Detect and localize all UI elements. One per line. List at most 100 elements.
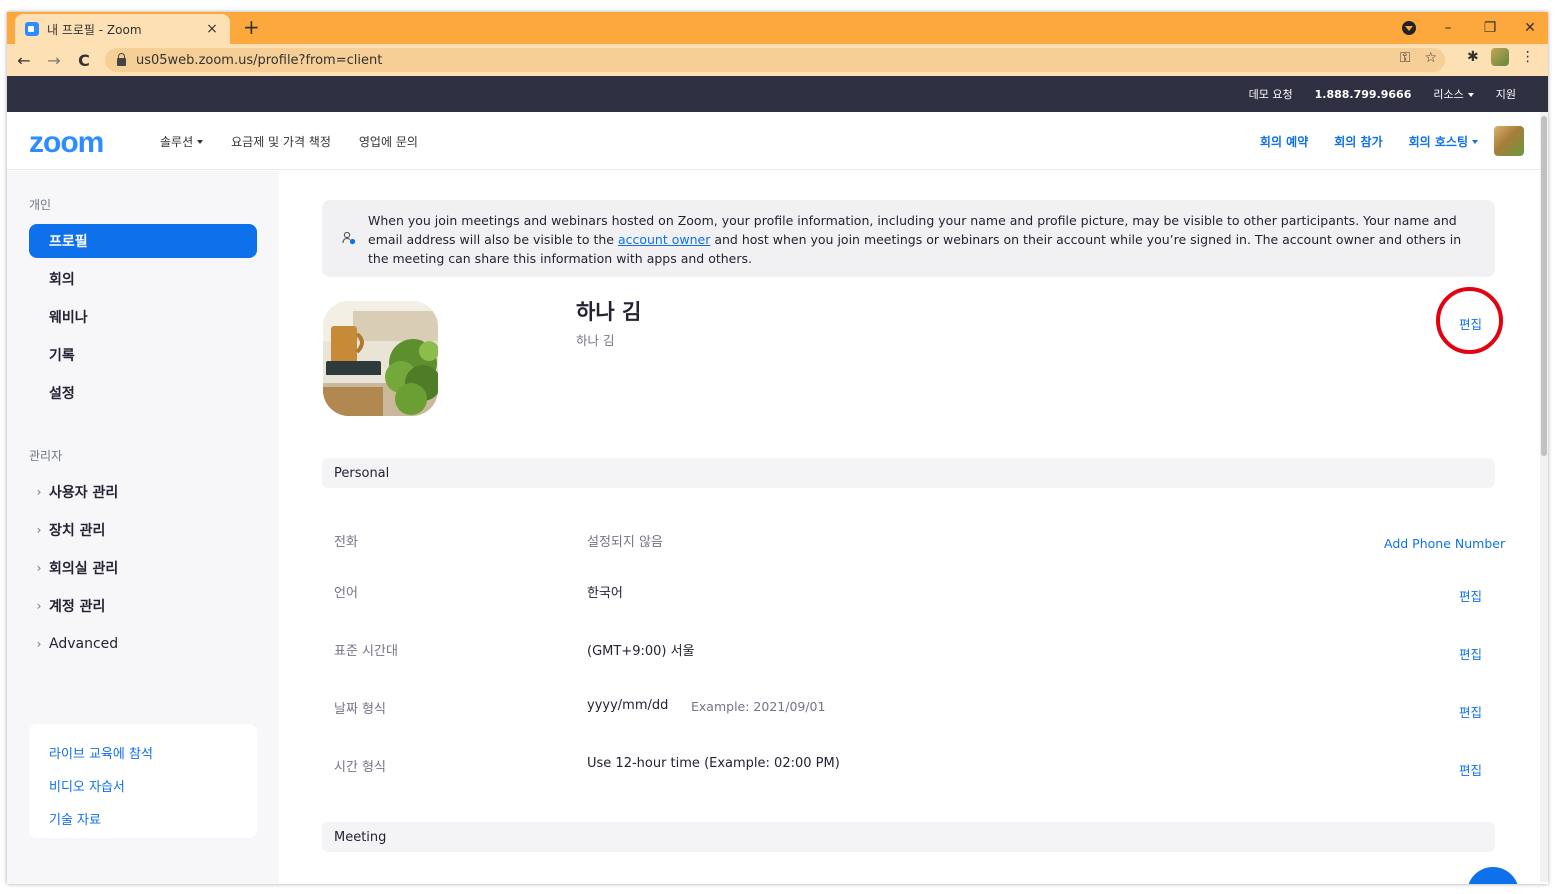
admin-section-title: 관리자 (29, 449, 63, 463)
tab-close-icon[interactable]: × (204, 21, 220, 37)
sidebar-item-webinars[interactable]: 웨비나 (29, 300, 257, 334)
sidebar-item-advanced[interactable]: › Advanced (29, 627, 257, 661)
forward-icon[interactable]: → (41, 51, 67, 70)
zoom-header: zoom 솔루션 요금제 및 가격 책정 영업에 문의 회의 예약 회의 참가 … (7, 112, 1548, 170)
extensions-icon[interactable]: ✱ (1467, 49, 1479, 65)
time-format-label: 시간 형식 (334, 760, 386, 775)
sidebar-item-user-management[interactable]: › 사용자 관리 (29, 475, 257, 509)
browser-tab[interactable]: 내 프로필 - Zoom × (15, 14, 230, 44)
page-scrollbar[interactable] (1540, 112, 1548, 882)
sidebar-item-recordings[interactable]: 기록 (29, 338, 257, 372)
chevron-right-icon: › (36, 561, 42, 575)
profile-photo-image (323, 301, 438, 416)
sidebar-item-label: 계정 관리 (49, 599, 106, 615)
sidebar-item-settings[interactable]: 설정 (29, 376, 257, 410)
date-format-value: yyyy/mm/dd (587, 698, 669, 713)
profile-display-name: 하나 김 (576, 333, 615, 348)
sidebar-item-label: 회의실 관리 (49, 561, 119, 577)
bookmark-star-icon[interactable]: ☆ (1424, 50, 1437, 66)
chevron-right-icon: › (36, 599, 42, 613)
url-text: us05web.zoom.us/profile?from=client (136, 52, 383, 68)
edit-date-format-link[interactable]: 편집 (1459, 702, 1482, 721)
main-nav: 솔루션 요금제 및 가격 책정 영업에 문의 (160, 112, 418, 170)
minimize-button[interactable]: – (1428, 12, 1468, 44)
timezone-value: (GMT+9:00) 서울 (587, 644, 695, 659)
sidebar-item-account-management[interactable]: › 계정 관리 (29, 589, 257, 623)
chevron-right-icon: › (36, 637, 42, 651)
address-bar[interactable]: us05web.zoom.us/profile?from=client ⚿ ☆ (105, 48, 1445, 72)
privacy-notice: When you join meetings and webinars host… (322, 200, 1495, 277)
sidebar-item-profile[interactable]: 프로필 (29, 224, 257, 258)
date-format-label: 날짜 형식 (334, 702, 386, 717)
sidebar-item-room-management[interactable]: › 회의실 관리 (29, 551, 257, 585)
support-link[interactable]: 지원 (1496, 86, 1516, 102)
profile-name: 하나 김 (576, 300, 642, 324)
personal-section-header: Personal (322, 458, 1495, 488)
phone-link[interactable]: 1.888.799.9666 (1315, 88, 1412, 101)
timezone-label: 표준 시간대 (334, 644, 398, 659)
solutions-menu[interactable]: 솔루션 (160, 133, 204, 150)
lock-icon (117, 53, 126, 66)
knowledge-base-link[interactable]: 기술 자료 (49, 804, 237, 837)
schedule-meeting-link[interactable]: 회의 예약 (1260, 133, 1308, 150)
phone-value: 설정되지 않음 (587, 535, 663, 550)
sidebar-item-meetings[interactable]: 회의 (29, 262, 257, 296)
request-demo-link[interactable]: 데모 요청 (1249, 86, 1293, 102)
sidebar-item-label: 사용자 관리 (49, 485, 119, 501)
zoom-logo[interactable]: zoom (29, 126, 104, 160)
video-tutorials-link[interactable]: 비디오 자습서 (49, 771, 237, 804)
highlight-circle (1436, 287, 1503, 354)
browser-window: 내 프로필 - Zoom × + – ❐ ✕ ← → C us05web.zoo… (7, 12, 1548, 884)
caret-down-icon (1472, 140, 1478, 144)
language-value: 한국어 (587, 586, 623, 601)
chevron-right-icon: › (36, 485, 42, 499)
host-meeting-menu[interactable]: 회의 호스팅 (1409, 133, 1478, 150)
back-icon[interactable]: ← (11, 51, 37, 70)
edit-timezone-link[interactable]: 편집 (1459, 644, 1482, 663)
chrome-menu-icon[interactable]: ⋮ (1521, 49, 1535, 65)
meeting-nav: 회의 예약 회의 참가 회의 호스팅 (1260, 112, 1478, 170)
profile-picture[interactable] (323, 301, 438, 416)
personal-section-title: 개인 (29, 198, 52, 212)
chevron-right-icon: › (36, 523, 42, 537)
browser-toolbar: ← → C us05web.zoom.us/profile?from=clien… (7, 44, 1548, 76)
key-icon[interactable]: ⚿ (1400, 50, 1411, 66)
phone-label: 전화 (334, 535, 358, 550)
edit-language-link[interactable]: 편집 (1459, 586, 1482, 605)
user-avatar[interactable] (1494, 126, 1524, 156)
zoom-favicon-icon (25, 22, 39, 36)
host-meeting-label: 회의 호스팅 (1408, 134, 1468, 149)
pricing-link[interactable]: 요금제 및 가격 책정 (231, 133, 331, 150)
date-format-example: Example: 2021/09/01 (691, 699, 826, 714)
contact-sales-link[interactable]: 영업에 문의 (359, 133, 418, 150)
solutions-label: 솔루션 (160, 134, 194, 149)
sidebar-item-label: Advanced (49, 636, 119, 652)
user-privacy-icon (342, 231, 356, 245)
time-format-value: Use 12-hour time (Example: 02:00 PM) (587, 756, 840, 771)
tab-title: 내 프로필 - Zoom (47, 22, 142, 37)
language-label: 언어 (334, 586, 358, 601)
add-phone-link[interactable]: Add Phone Number (1384, 536, 1505, 551)
scrollbar-thumb[interactable] (1541, 116, 1547, 456)
new-tab-button[interactable]: + (243, 17, 260, 37)
edit-time-format-link[interactable]: 편집 (1459, 760, 1482, 779)
close-window-button[interactable]: ✕ (1510, 12, 1548, 44)
help-box: 라이브 교육에 참석 비디오 자습서 기술 자료 (29, 724, 257, 838)
reload-icon[interactable]: C (71, 51, 97, 70)
live-training-link[interactable]: 라이브 교육에 참석 (49, 738, 237, 771)
caret-down-icon (197, 140, 204, 144)
resources-label: 리소스 (1433, 88, 1464, 101)
sidebar-item-label: 장치 관리 (49, 523, 106, 539)
sidebar: 개인 프로필 회의 웨비나 기록 설정 관리자 › 사용자 관리 › 장치 관리 ›… (7, 171, 279, 884)
chrome-profile-icon[interactable] (1402, 21, 1416, 35)
account-owner-link[interactable]: account owner (618, 232, 710, 247)
restore-button[interactable]: ❐ (1470, 12, 1510, 44)
join-meeting-link[interactable]: 회의 참가 (1334, 133, 1382, 150)
browser-avatar[interactable] (1490, 48, 1509, 66)
meeting-section-header: Meeting (322, 822, 1495, 852)
tab-strip: 내 프로필 - Zoom × + – ❐ ✕ (7, 12, 1548, 44)
caret-down-icon (1467, 93, 1474, 97)
sidebar-item-device-management[interactable]: › 장치 관리 (29, 513, 257, 547)
profile-content: When you join meetings and webinars host… (279, 171, 1548, 884)
resources-menu[interactable]: 리소스 (1433, 86, 1474, 102)
